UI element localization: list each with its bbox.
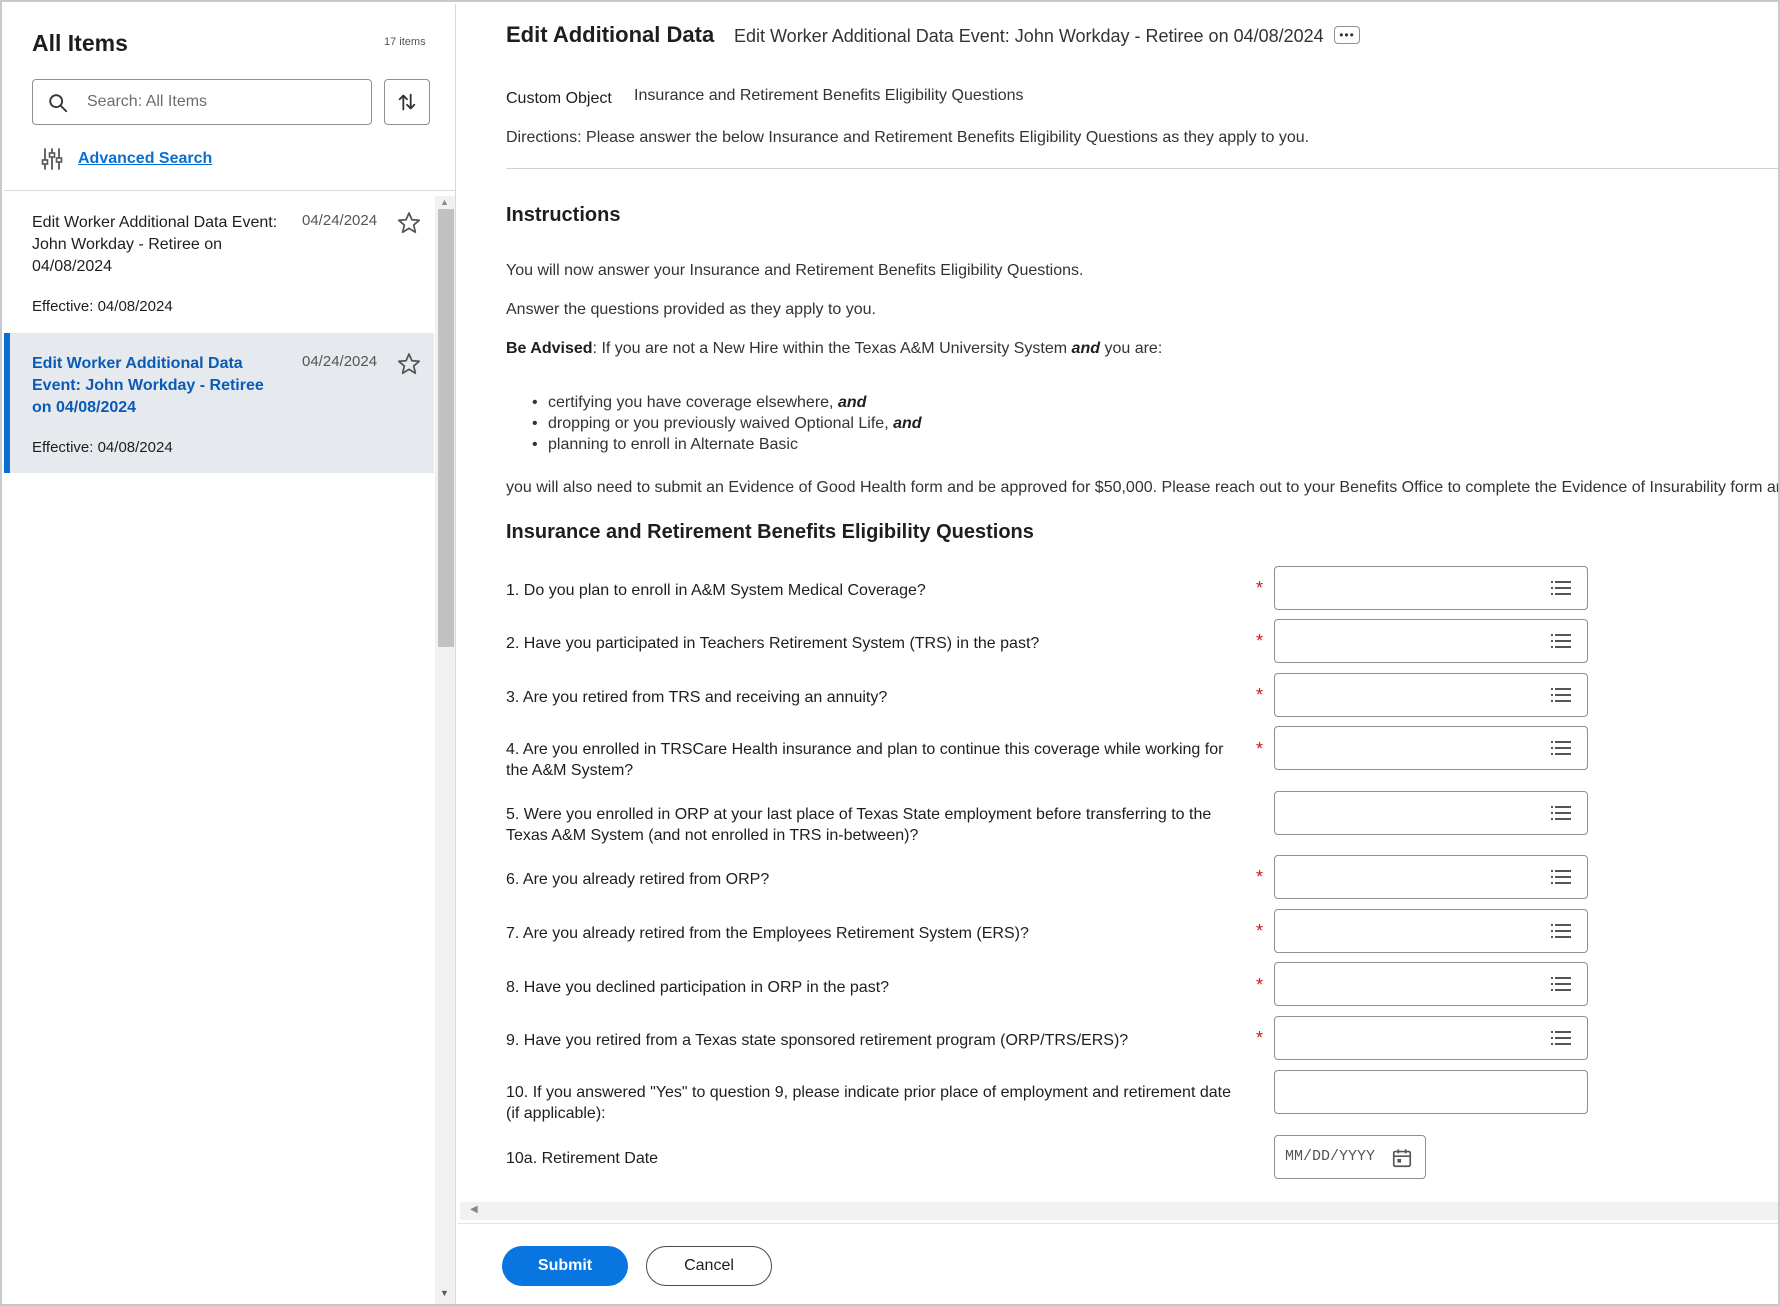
list-prompt-icon (1551, 977, 1571, 991)
q4-select[interactable] (1274, 726, 1588, 770)
instructions-heading: Instructions (506, 204, 621, 226)
date-placeholder: MM/DD/YYYY (1285, 1148, 1376, 1165)
be-advised-paragraph: Be Advised: If you are not a New Hire wi… (506, 340, 1162, 358)
instructions-paragraph: Answer the questions provided as they ap… (506, 301, 876, 318)
star-icon[interactable] (396, 210, 422, 236)
list-item-effective: Effective: 04/08/2024 (32, 439, 173, 456)
instructions-paragraph: You will now answer your Insurance and R… (506, 262, 1084, 279)
q1-select[interactable] (1274, 566, 1588, 610)
search-icon (49, 94, 68, 113)
question-label: 1. Do you plan to enroll in A&M System M… (506, 582, 926, 599)
list-item-title: Edit Worker Additional Data Event: John … (32, 214, 278, 275)
be-advised-text: you are: (1100, 340, 1163, 357)
page-title: Edit Additional Data (506, 22, 715, 47)
calendar-icon[interactable] (1391, 1147, 1413, 1169)
list-item-date: 04/24/2024 (302, 353, 378, 370)
page-subtitle: Edit Worker Additional Data Event: John … (734, 26, 1324, 46)
be-advised-text: : If you are not a New Hire within the T… (592, 340, 1072, 357)
be-advised-label: Be Advised (506, 340, 593, 357)
emphasis: and (893, 415, 922, 432)
question-label: 10a. Retirement Date (506, 1150, 659, 1167)
scroll-left-arrow-icon[interactable]: ◀ (470, 1204, 478, 1215)
list-prompt-icon (1551, 634, 1571, 648)
q6-select[interactable] (1274, 855, 1588, 899)
list-item-date: 04/24/2024 (302, 212, 378, 229)
required-marker: * (1256, 975, 1264, 995)
more-actions-button[interactable]: ••• (1334, 26, 1360, 44)
custom-object-value: Insurance and Retirement Benefits Eligib… (634, 87, 1024, 104)
directions-text: Directions: Please answer the below Insu… (506, 129, 1310, 146)
more-dots-icon: ••• (1339, 28, 1355, 42)
scroll-down-arrow-icon[interactable]: ▼ (440, 1288, 449, 1298)
list-item: planning to enroll in Alternate Basic (532, 434, 922, 455)
required-marker: * (1256, 631, 1264, 651)
q8-select[interactable] (1274, 962, 1588, 1006)
main-panel: Edit Additional Data Edit Worker Additio… (458, 4, 1780, 1304)
q10-text-input[interactable] (1274, 1070, 1588, 1114)
search-input[interactable] (87, 88, 357, 116)
question-label: 6. Are you already retired from ORP? (506, 871, 770, 888)
list-item[interactable]: Edit Worker Additional Data Event: John … (4, 192, 434, 332)
bullet-text: certifying you have coverage elsewhere, (548, 394, 838, 411)
question-label: 5. Were you enrolled in ORP at your last… (506, 806, 1212, 844)
list-prompt-icon (1551, 806, 1571, 820)
item-count: 17 items (384, 36, 426, 48)
q7-select[interactable] (1274, 909, 1588, 953)
required-marker: * (1256, 1028, 1264, 1048)
required-marker: * (1256, 739, 1264, 759)
question-label: 3. Are you retired from TRS and receivin… (506, 689, 888, 706)
list-item: dropping or you previously waived Option… (532, 413, 922, 434)
list-prompt-icon (1551, 688, 1571, 702)
divider (458, 1223, 1778, 1224)
q2-select[interactable] (1274, 619, 1588, 663)
question-label: 9. Have you retired from a Texas state s… (506, 1032, 1129, 1049)
list-item: certifying you have coverage elsewhere, … (532, 392, 922, 413)
q5-select[interactable] (1274, 791, 1588, 835)
divider (506, 168, 1778, 169)
filter-sliders-icon (41, 148, 63, 170)
question-label: 8. Have you declined participation in OR… (506, 979, 890, 996)
q3-select[interactable] (1274, 673, 1588, 717)
search-box[interactable] (32, 79, 372, 125)
horizontal-scrollbar[interactable]: ◀ (460, 1202, 1778, 1220)
list-prompt-icon (1551, 1031, 1571, 1045)
scroll-up-arrow-icon[interactable]: ▲ (440, 197, 449, 207)
list-item-effective: Effective: 04/08/2024 (32, 298, 173, 315)
retirement-date-input[interactable]: MM/DD/YYYY (1274, 1135, 1426, 1179)
questions-heading: Insurance and Retirement Benefits Eligib… (506, 521, 1034, 543)
instructions-paragraph: you will also need to submit an Evidence… (506, 479, 1780, 496)
list-item-selected[interactable]: Edit Worker Additional Data Event: John … (4, 333, 434, 473)
required-marker: * (1256, 921, 1264, 941)
required-marker: * (1256, 867, 1264, 887)
list-prompt-icon (1551, 870, 1571, 884)
question-label: 10. If you answered "Yes" to question 9,… (506, 1084, 1231, 1122)
bullet-text: planning to enroll in Alternate Basic (548, 436, 798, 453)
left-panel: All Items 17 items Advance (4, 4, 456, 1304)
divider (4, 190, 455, 191)
required-marker: * (1256, 685, 1264, 705)
advanced-search-link[interactable]: Advanced Search (78, 150, 212, 168)
emphasis: and (837, 394, 867, 411)
question-label: 7. Are you already retired from the Empl… (506, 925, 1029, 942)
list-prompt-icon (1551, 741, 1571, 755)
cancel-button[interactable]: Cancel (646, 1246, 772, 1286)
q9-select[interactable] (1274, 1016, 1588, 1060)
question-label: 4. Are you enrolled in TRSCare Health in… (506, 741, 1224, 779)
sort-icon (398, 93, 416, 111)
bullet-text: dropping or you previously waived Option… (548, 415, 894, 432)
conditions-list: certifying you have coverage elsewhere, … (532, 392, 922, 455)
required-marker: * (1256, 578, 1264, 598)
panel-title: All Items (32, 30, 128, 56)
list-item-title: Edit Worker Additional Data Event: John … (32, 355, 264, 416)
scrollbar-thumb[interactable] (438, 209, 454, 647)
question-label: 2. Have you participated in Teachers Ret… (506, 635, 1040, 652)
app-frame: All Items 17 items Advance (0, 0, 1780, 1306)
list-prompt-icon (1551, 924, 1571, 938)
emphasis: and (1071, 340, 1100, 357)
sort-button[interactable] (384, 79, 430, 125)
custom-object-label: Custom Object (506, 90, 612, 107)
star-icon[interactable] (396, 351, 422, 377)
submit-button[interactable]: Submit (502, 1246, 628, 1286)
list-prompt-icon (1551, 581, 1571, 595)
